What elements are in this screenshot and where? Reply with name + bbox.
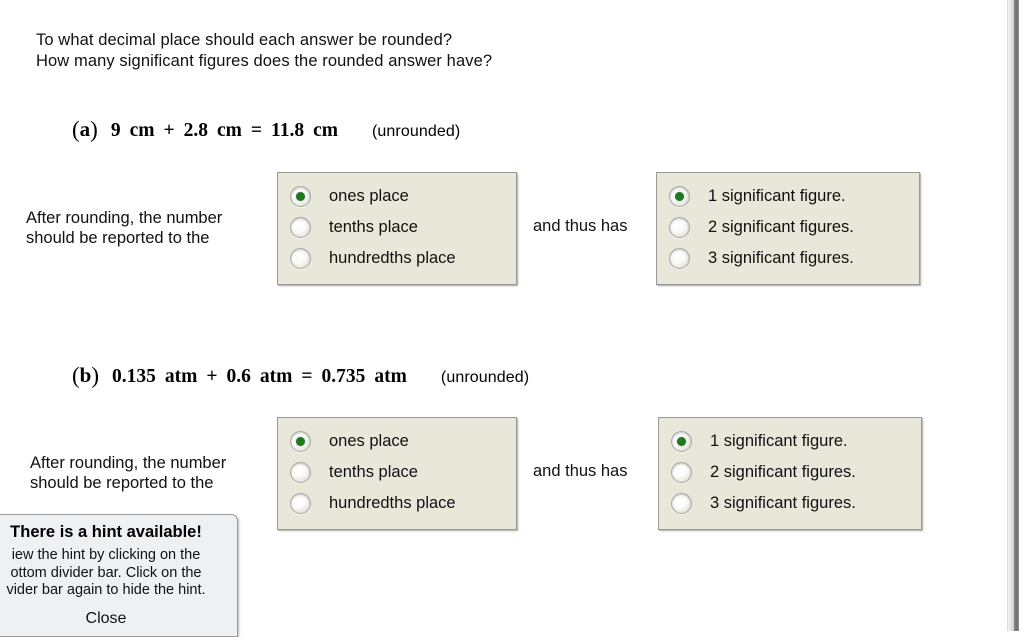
radio-button-icon[interactable] — [290, 493, 311, 514]
radio-button-icon[interactable] — [671, 462, 692, 483]
question-prompt: To what decimal place should each answer… — [36, 30, 492, 72]
radio-option-label: 3 significant figures. — [710, 494, 856, 512]
radio-option-label: hundredths place — [329, 494, 456, 512]
radio-option-label: ones place — [329, 432, 409, 450]
radio-button-icon[interactable] — [669, 248, 690, 269]
equation-b: (b) 0.135 atm +0.6 atm = 0.735 atm (unrounded) — [72, 363, 529, 389]
equation-a-note: (unrounded) — [372, 123, 461, 140]
decimal-place-radio-group-a[interactable]: ones place tenths place hundredths place — [277, 172, 517, 285]
sigfig-radio-group-b[interactable]: 1 significant figure. 2 significant figu… — [658, 417, 922, 530]
equation-a-unit-1: cm — [129, 120, 155, 141]
equation-b-letter: b — [79, 363, 92, 387]
radio-button-icon[interactable] — [669, 186, 690, 207]
radio-option-3-sigfig-b[interactable]: 3 significant figures. — [671, 488, 909, 519]
prompt-line-1: To what decimal place should each answer… — [36, 31, 453, 49]
hint-body-line-2: ottom divider bar. Click on the — [10, 564, 202, 581]
equation-a-operand-2: 2.8 — [183, 120, 208, 141]
equation-a-close-paren: ) — [90, 117, 98, 142]
equation-a-unit-2: cm — [217, 120, 242, 141]
equation-b-close-paren: ) — [91, 363, 100, 388]
prompt-line-2: How many significant figures does the ro… — [36, 52, 493, 70]
radio-option-label: 2 significant figures. — [708, 218, 854, 236]
equation-a-equals: = — [250, 120, 263, 141]
hint-dialog-title: There is a hint available! — [10, 523, 202, 541]
equation-b-operand-2: 0.6 — [226, 366, 251, 387]
lead-text-b: After rounding, the number should be rep… — [30, 453, 226, 493]
equation-a-unit-3: cm — [313, 120, 338, 141]
equation-a-operand-1: 9 — [110, 120, 121, 141]
divider-edge — [1019, 0, 1024, 631]
joiner-text-a: and thus has — [533, 217, 628, 235]
lead-text-b-line-1: After rounding, the number — [30, 454, 227, 472]
radio-button-icon[interactable] — [290, 186, 311, 207]
equation-b-unit-3: atm — [374, 366, 407, 387]
radio-option-3-sigfig-a[interactable]: 3 significant figures. — [669, 243, 907, 274]
equation-b-open-paren: ( — [72, 363, 80, 388]
radio-option-label: 1 significant figure. — [710, 432, 848, 450]
equation-a-result: 11.8 — [271, 120, 305, 141]
lead-text-a: After rounding, the number should be rep… — [26, 208, 222, 248]
radio-button-icon[interactable] — [669, 217, 690, 238]
lead-text-a-line-1: After rounding, the number — [26, 209, 223, 227]
hint-dialog-body: iew the hint by clicking on the ottom di… — [0, 547, 237, 600]
radio-option-1-sigfig-a[interactable]: 1 significant figure. — [669, 181, 907, 212]
equation-a-open-paren: ( — [72, 117, 80, 142]
lead-text-b-line-2: should be reported to the — [30, 474, 214, 492]
radio-option-label: hundredths place — [329, 249, 456, 267]
radio-option-ones-place-a[interactable]: ones place — [290, 181, 504, 212]
hint-close-button[interactable]: Close — [0, 600, 237, 636]
equation-b-equals: = — [301, 366, 313, 387]
radio-option-label: tenths place — [329, 463, 418, 481]
radio-button-icon[interactable] — [290, 431, 311, 452]
equation-b-operator: + — [206, 366, 218, 387]
radio-option-label: 3 significant figures. — [708, 249, 854, 267]
equation-b-operand-1: 0.135 — [112, 366, 156, 387]
radio-button-icon[interactable] — [290, 248, 311, 269]
sigfig-radio-group-a[interactable]: 1 significant figure. 2 significant figu… — [656, 172, 920, 285]
hint-body-line-3: vider bar again to hide the hint. — [6, 582, 206, 598]
equation-b-result: 0.735 — [321, 366, 366, 387]
joiner-text-b: and thus has — [533, 462, 628, 480]
equation-a-label: (a) — [72, 117, 98, 143]
radio-option-tenths-place-b[interactable]: tenths place — [290, 457, 504, 488]
radio-option-label: tenths place — [329, 218, 418, 236]
equation-b-unit-2: atm — [259, 366, 293, 387]
equation-a: (a) 9 cm +2.8 cm = 11.8 cm (unrounded) — [72, 117, 460, 143]
radio-option-hundredths-place-b[interactable]: hundredths place — [290, 488, 504, 519]
hint-dialog: There is a hint available! iew the hint … — [0, 514, 238, 637]
radio-button-icon[interactable] — [671, 431, 692, 452]
equation-b-note: (unrounded) — [440, 369, 530, 386]
right-divider-scrollbar[interactable] — [1000, 0, 1024, 631]
radio-option-label: ones place — [329, 187, 409, 205]
radio-option-2-sigfig-a[interactable]: 2 significant figures. — [669, 212, 907, 243]
radio-option-label: 2 significant figures. — [710, 463, 856, 481]
equation-b-unit-1: atm — [164, 366, 198, 387]
equation-a-operator: + — [163, 120, 175, 141]
equation-b-label: (b) — [72, 363, 99, 389]
equation-a-letter: a — [79, 117, 91, 141]
radio-option-1-sigfig-b[interactable]: 1 significant figure. — [671, 426, 909, 457]
radio-option-2-sigfig-b[interactable]: 2 significant figures. — [671, 457, 909, 488]
lead-text-a-line-2: should be reported to the — [26, 229, 210, 247]
hint-body-line-1: iew the hint by clicking on the — [11, 547, 201, 563]
radio-option-ones-place-b[interactable]: ones place — [290, 426, 504, 457]
radio-button-icon[interactable] — [290, 217, 311, 238]
decimal-place-radio-group-b[interactable]: ones place tenths place hundredths place — [277, 417, 517, 530]
radio-option-hundredths-place-a[interactable]: hundredths place — [290, 243, 504, 274]
radio-option-tenths-place-a[interactable]: tenths place — [290, 212, 504, 243]
radio-button-icon[interactable] — [671, 493, 692, 514]
radio-button-icon[interactable] — [290, 462, 311, 483]
radio-option-label: 1 significant figure. — [708, 187, 846, 205]
